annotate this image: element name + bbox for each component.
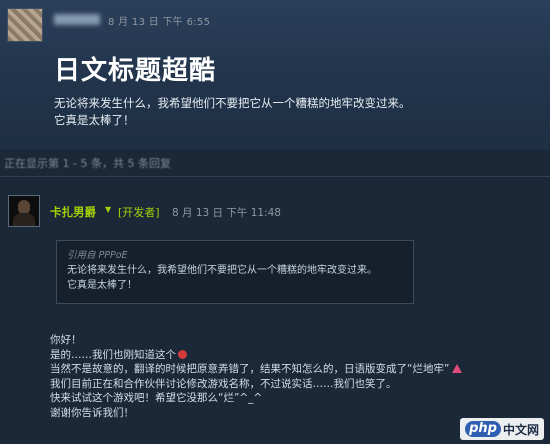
reply-line: 当然不是故意的，翻译的时候把原意弄错了，结果不知怎么的，日语版变成了“烂地牢”	[50, 363, 450, 375]
watermark-logo: php	[465, 421, 501, 437]
tomato-emoji-icon	[178, 349, 187, 359]
reply-line-wrap: 当然不是故意的，翻译的时候把原意弄错了，结果不知怎么的，日语版变成了“烂地牢”	[50, 362, 520, 377]
quote-author: 引用自 PPPoE	[67, 250, 128, 261]
reply-line: 谢谢你告诉我们！	[50, 406, 134, 419]
avatar[interactable]	[7, 8, 43, 42]
original-post: 8 月 13 日 下午 6:55 日文标题超酷 无论将来发生什么，我希望他们不要…	[0, 0, 550, 150]
quote-block: 引用自 PPPoE 无论将来发生什么，我希望他们不要把它从一个糟糕的地牢改变过来…	[56, 240, 414, 304]
site-watermark: php 中文网	[460, 418, 544, 440]
reply-timestamp: 8 月 13 日 下午 11:48	[172, 207, 281, 219]
author-name-blurred[interactable]	[54, 14, 100, 25]
avatar-face	[18, 200, 30, 214]
watermark-text: 中文网	[502, 422, 539, 437]
quote-line: 无论将来发生什么，我希望他们不要把它从一个糟糕的地牢改变过来。	[67, 265, 377, 276]
poop-emoji-icon	[452, 364, 463, 373]
reply-line: 我们目前正在和合作伙伴讨论修改游戏名称，不过说实话……我们也笑了。	[50, 377, 397, 390]
post-timestamp: 8 月 13 日 下午 6:55	[108, 17, 211, 28]
developer-name[interactable]: 卡扎男爵	[50, 204, 96, 220]
post-body-line: 它真是太棒了！	[54, 113, 135, 127]
dropdown-caret-icon[interactable]: ▼	[105, 205, 111, 214]
pagination-status: 正在显示第 1 - 5 条，共 5 条回复	[4, 157, 171, 170]
pagination-bar: 正在显示第 1 - 5 条，共 5 条回复	[0, 152, 550, 172]
post-title: 日文标题超酷	[54, 56, 217, 86]
post-body-line: 无论将来发生什么，我希望他们不要把它从一个糟糕的地牢改变过来。	[54, 96, 411, 110]
reply-line: 快来试试这个游戏吧！希望它没那么“烂”^_^	[50, 392, 263, 404]
reply-line: 是的……我们也刚知道这个	[50, 348, 176, 361]
divider	[0, 176, 550, 177]
reply-line-wrap: 是的……我们也刚知道这个	[50, 348, 520, 363]
developer-badge: [开发者]	[118, 206, 160, 219]
quote-text: 无论将来发生什么，我希望他们不要把它从一个糟糕的地牢改变过来。 它真是太棒了！	[67, 263, 407, 293]
reply-body: 你好！ 是的……我们也刚知道这个 当然不是故意的，翻译的时候把原意弄错了，结果不…	[50, 333, 520, 420]
post-body: 无论将来发生什么，我希望他们不要把它从一个糟糕的地牢改变过来。 它真是太棒了！	[54, 95, 524, 129]
developer-avatar[interactable]	[8, 195, 40, 227]
avatar-body	[13, 213, 35, 226]
quote-line: 它真是太棒了！	[67, 280, 137, 291]
reply-line: 你好！	[50, 334, 82, 346]
